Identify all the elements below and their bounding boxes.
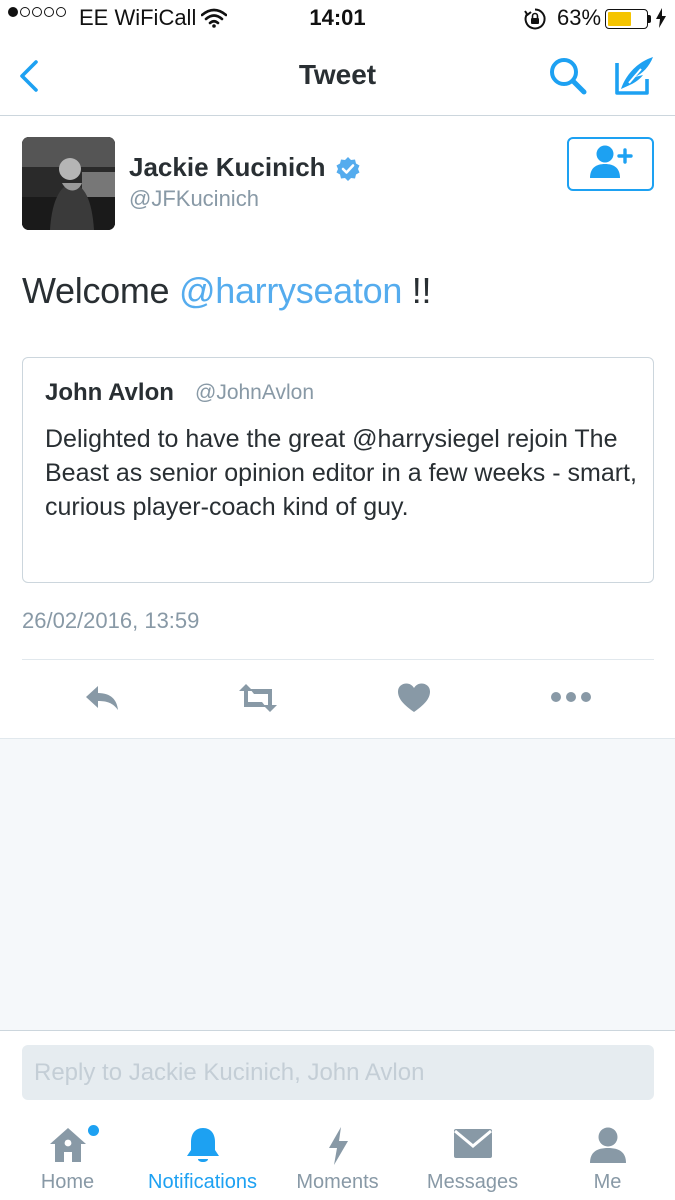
- author-avatar[interactable]: [22, 137, 115, 230]
- tab-me-label: Me: [593, 1171, 622, 1193]
- status-bar: EE WiFiCall 14:01 63%: [0, 0, 675, 38]
- home-notification-dot: [88, 1125, 99, 1136]
- tweet-actions: [0, 670, 675, 728]
- tab-moments-label: Moments: [296, 1171, 379, 1193]
- charging-icon: [655, 8, 667, 33]
- tweet-text: Welcome @harryseaton !!: [22, 270, 431, 312]
- battery-icon: [605, 9, 648, 29]
- divider: [22, 659, 654, 660]
- nav-bar: Tweet: [0, 38, 675, 116]
- reply-input[interactable]: [22, 1045, 654, 1100]
- tweet-text-prefix: Welcome: [22, 270, 179, 311]
- envelope-icon: [405, 1126, 540, 1160]
- reply-icon: [83, 686, 121, 718]
- tab-messages[interactable]: Messages: [405, 1110, 540, 1200]
- person-icon: [540, 1126, 675, 1164]
- follow-button[interactable]: [567, 137, 654, 191]
- retweet-button[interactable]: [236, 682, 280, 719]
- author-handle[interactable]: @JFKucinich: [129, 186, 259, 212]
- quoted-author-name: John Avlon: [45, 379, 174, 406]
- verified-badge-icon: [335, 156, 361, 187]
- tab-moments[interactable]: Moments: [270, 1110, 405, 1200]
- more-dots-icon: [550, 692, 592, 710]
- tab-home-label: Home: [40, 1171, 95, 1193]
- quoted-tweet-card[interactable]: John Avlon @JohnAvlon Delighted to have …: [22, 357, 654, 583]
- tab-bar: Home Notifications Moments Messages Me: [0, 1110, 675, 1200]
- tab-messages-label: Messages: [426, 1171, 519, 1193]
- like-button[interactable]: [397, 682, 431, 719]
- more-button[interactable]: [550, 688, 592, 711]
- tweet-mention-link[interactable]: @harryseaton: [179, 270, 402, 311]
- home-icon: [0, 1126, 135, 1164]
- retweet-icon: [236, 684, 280, 718]
- quoted-tweet-text: Delighted to have the great @harrysiegel…: [45, 425, 637, 521]
- search-button[interactable]: [547, 55, 589, 102]
- compose-button[interactable]: [613, 53, 657, 102]
- quoted-author-handle: @JohnAvlon: [195, 381, 315, 404]
- author-name[interactable]: Jackie Kucinich: [129, 152, 326, 183]
- battery-percent: 63%: [557, 5, 602, 30]
- tab-notifications-label: Notifications: [148, 1171, 257, 1193]
- battery-nub: [648, 15, 651, 23]
- tweet-text-suffix: !!: [402, 270, 432, 311]
- battery-level-fill: [608, 12, 632, 26]
- tab-notifications[interactable]: Notifications: [135, 1110, 270, 1200]
- reply-bar: [0, 1030, 675, 1110]
- tab-me[interactable]: Me: [540, 1110, 675, 1200]
- search-icon: [547, 58, 589, 101]
- bell-icon: [135, 1126, 270, 1166]
- tweet-timestamp: 26/02/2016, 13:59: [22, 608, 200, 633]
- reply-button[interactable]: [83, 682, 121, 719]
- empty-replies-area: [0, 738, 675, 1030]
- tab-home[interactable]: Home: [0, 1110, 135, 1200]
- add-user-icon: [588, 144, 634, 185]
- heart-icon: [397, 683, 431, 718]
- lightning-icon: [270, 1126, 405, 1166]
- compose-icon: [613, 57, 657, 101]
- rotation-lock-icon: [523, 7, 547, 36]
